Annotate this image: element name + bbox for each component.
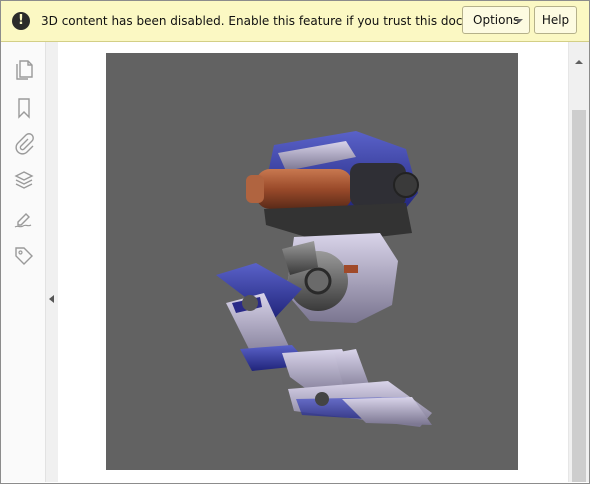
signature-icon[interactable] — [12, 206, 36, 230]
vertical-scrollbar[interactable] — [568, 42, 589, 482]
help-label: Help — [541, 13, 570, 27]
collapse-sidebar-icon[interactable] — [49, 295, 54, 303]
options-label: Options — [473, 13, 520, 27]
navigation-sidebar — [1, 42, 46, 482]
scroll-up-icon[interactable] — [575, 60, 583, 64]
tag-icon[interactable] — [12, 244, 36, 268]
help-button[interactable]: Help — [534, 6, 577, 34]
3d-viewport[interactable] — [106, 53, 518, 470]
chevron-down-icon — [515, 19, 523, 23]
page-gutter — [46, 42, 58, 482]
options-button[interactable]: Options — [462, 6, 530, 34]
security-notification-bar: ! 3D content has been disabled. Enable t… — [1, 1, 589, 42]
scrollbar-thumb[interactable] — [572, 110, 586, 482]
info-icon: ! — [12, 12, 30, 30]
bookmark-icon[interactable] — [12, 96, 36, 120]
pages-icon[interactable] — [12, 58, 36, 82]
notification-message: 3D content has been disabled. Enable thi… — [41, 14, 506, 28]
robot-model-render — [216, 131, 432, 427]
layers-icon[interactable] — [12, 168, 36, 192]
attachment-icon[interactable] — [12, 132, 36, 156]
